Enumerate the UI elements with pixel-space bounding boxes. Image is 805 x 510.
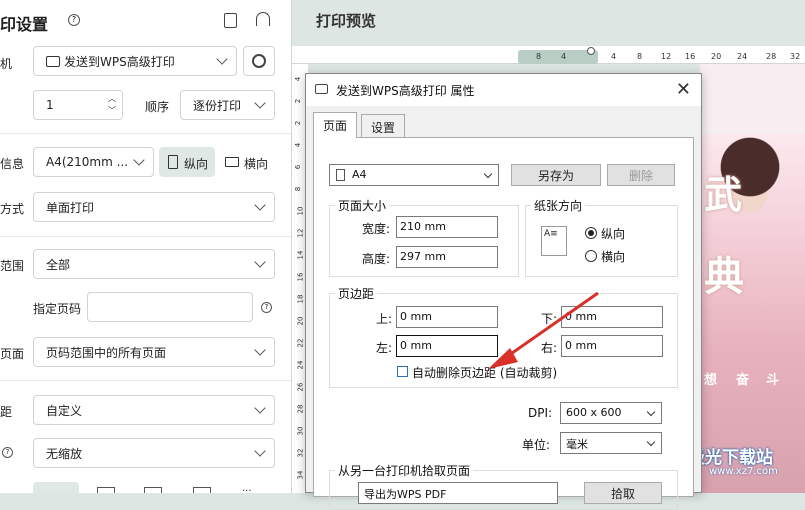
annotation-arrow	[488, 291, 599, 369]
tab-page[interactable]: 页面	[313, 112, 358, 138]
